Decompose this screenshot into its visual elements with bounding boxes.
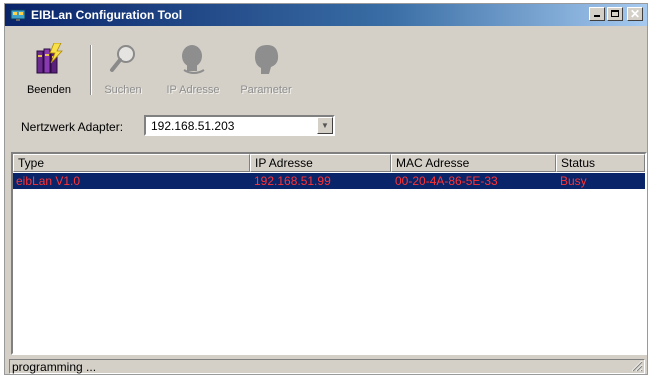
resize-grip-icon[interactable] [631, 360, 643, 372]
adapter-value: 192.168.51.203 [151, 119, 235, 133]
beenden-button[interactable]: Beenden [13, 29, 85, 99]
app-network-icon [10, 9, 26, 21]
row-ip: 192.168.51.99 [254, 174, 331, 188]
list-header: Type IP Adresse MAC Adresse Status [13, 154, 645, 172]
parameter-label: Parameter [240, 84, 292, 96]
status-bar: programming ... [9, 359, 645, 374]
magnifier-icon [110, 45, 135, 72]
beenden-label: Beenden [26, 84, 72, 96]
suchen-button[interactable]: Suchen [97, 29, 149, 99]
adapter-label: Nertzwerk Adapter: [21, 120, 124, 134]
minimize-icon [594, 15, 600, 17]
close-icon: ✕ [629, 7, 641, 21]
column-header-status[interactable]: Status [556, 154, 645, 172]
column-header-mac[interactable]: MAC Adresse [391, 154, 556, 172]
window-controls: ✕ [589, 7, 643, 21]
chevron-down-icon[interactable]: ▼ [317, 117, 333, 134]
suchen-label: Suchen [104, 84, 142, 96]
table-row[interactable]: eibLan V1.0 192.168.51.99 00-20-4A-86-5E… [13, 173, 645, 189]
ip-adresse-label: IP Adresse [166, 84, 220, 96]
column-header-type[interactable]: Type [13, 154, 250, 172]
status-text: programming ... [12, 360, 97, 374]
title-bar[interactable]: EIBLan Configuration Tool ✕ [5, 4, 647, 26]
maximize-button[interactable] [607, 7, 623, 21]
row-status: Busy [560, 174, 587, 188]
row-type: eibLan V1.0 [16, 174, 81, 188]
head-ip-icon [182, 45, 205, 74]
row-mac: 00-20-4A-86-5E-33 [395, 174, 498, 188]
maximize-icon [611, 10, 619, 17]
adapter-select[interactable]: 192.168.51.203 ▼ [144, 115, 335, 136]
parameter-button[interactable]: Parameter [233, 29, 299, 99]
minimize-button[interactable] [589, 7, 605, 21]
books-lightning-icon [36, 43, 63, 74]
toolbar-separator [90, 45, 92, 95]
ip-adresse-button[interactable]: IP Adresse [161, 29, 225, 99]
main-window: EIBLan Configuration Tool ✕ Beenden Such… [4, 3, 648, 375]
window-title: EIBLan Configuration Tool [31, 8, 183, 22]
head-parameter-icon [255, 45, 279, 74]
device-list[interactable]: Type IP Adresse MAC Adresse Status eibLa… [11, 152, 647, 355]
column-header-ip[interactable]: IP Adresse [250, 154, 391, 172]
close-button[interactable]: ✕ [627, 7, 643, 21]
